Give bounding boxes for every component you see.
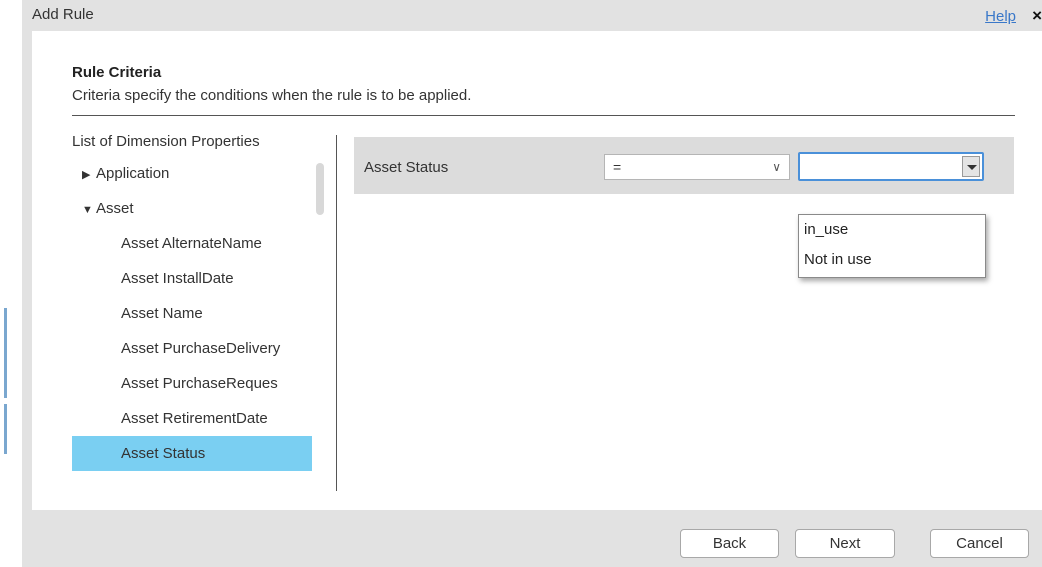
- close-icon[interactable]: ×: [1032, 6, 1042, 26]
- dropdown-arrow-icon: [967, 165, 977, 170]
- tree-item-asset-purchaserequest[interactable]: Asset PurchaseReques: [72, 366, 312, 401]
- help-link[interactable]: Help: [985, 8, 1016, 25]
- dialog-content: Rule Criteria Criteria specify the condi…: [32, 31, 1042, 510]
- tree-item-label: Asset: [96, 200, 134, 217]
- list-scrollbar-thumb[interactable]: [316, 163, 324, 215]
- section-title: Rule Criteria: [72, 64, 162, 81]
- dropdown-toggle-button[interactable]: [962, 156, 980, 177]
- background-mark: [4, 404, 7, 454]
- tree-item-asset-name[interactable]: Asset Name: [72, 296, 312, 331]
- tree-item-asset-retirementdate[interactable]: Asset RetirementDate: [72, 401, 312, 436]
- tree-item-asset[interactable]: ▼ Asset: [72, 191, 312, 226]
- add-rule-dialog: Add Rule Help × Rule Criteria Criteria s…: [22, 0, 1042, 567]
- value-combobox[interactable]: [798, 152, 984, 181]
- tree-item-application[interactable]: ▶ Application: [72, 156, 312, 191]
- next-button[interactable]: Next: [795, 529, 895, 558]
- expand-caret-icon[interactable]: ▶: [82, 158, 96, 191]
- dimension-list-header: List of Dimension Properties: [72, 133, 260, 150]
- tree-item-asset-alternatename[interactable]: Asset AlternateName: [72, 226, 312, 261]
- chevron-down-icon: ∨: [772, 160, 781, 174]
- back-button[interactable]: Back: [680, 529, 779, 558]
- collapse-caret-icon[interactable]: ▼: [82, 193, 96, 226]
- tree-item-asset-installdate[interactable]: Asset InstallDate: [72, 261, 312, 296]
- background-page: [0, 0, 22, 567]
- section-description: Criteria specify the conditions when the…: [72, 87, 472, 104]
- criteria-row: Asset Status = ∨: [354, 137, 1014, 194]
- criteria-property-label: Asset Status: [364, 159, 449, 176]
- operator-select[interactable]: = ∨: [604, 154, 790, 180]
- tree-item-asset-status[interactable]: Asset Status: [72, 436, 312, 471]
- operator-value: =: [613, 159, 622, 175]
- cancel-button[interactable]: Cancel: [930, 529, 1029, 558]
- panel-divider: [336, 135, 337, 491]
- dropdown-option-in-use[interactable]: in_use: [799, 215, 985, 245]
- section-divider: [72, 115, 1015, 116]
- dialog-title: Add Rule: [32, 6, 94, 23]
- value-dropdown-list: in_use Not in use: [798, 214, 986, 278]
- tree-item-label: Application: [96, 165, 170, 182]
- background-mark: [4, 308, 7, 398]
- value-input[interactable]: [800, 154, 960, 179]
- dropdown-option-not-in-use[interactable]: Not in use: [799, 245, 985, 275]
- tree-item-asset-purchasedelivery[interactable]: Asset PurchaseDelivery: [72, 331, 312, 366]
- dimension-tree: ▶ Application ▼ Asset Asset AlternateName …: [72, 156, 312, 471]
